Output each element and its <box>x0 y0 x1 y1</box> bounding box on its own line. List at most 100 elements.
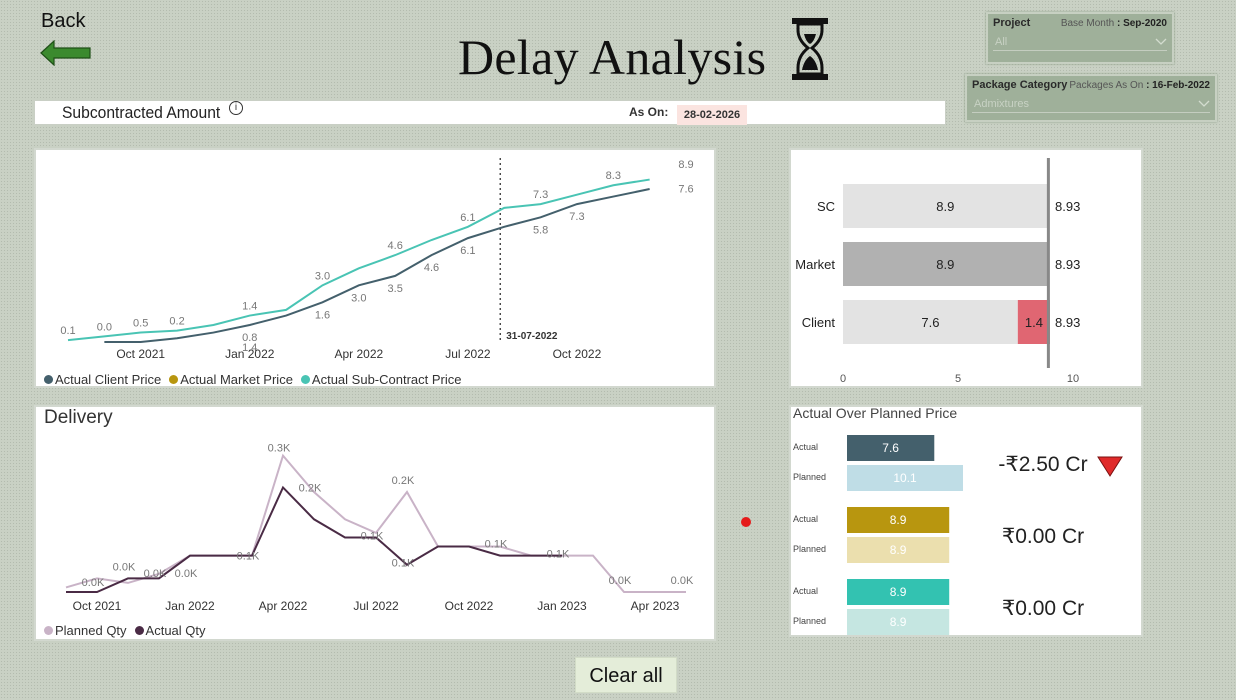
bar-value-label: 8.9 <box>936 257 954 272</box>
chevron-down-icon <box>1198 100 1210 107</box>
data-label: 1.4 <box>242 301 257 313</box>
x-tick-label: Oct 2021 <box>116 347 165 361</box>
actual-value-label: 7.6 <box>882 441 899 455</box>
data-label: 6.1 <box>460 245 475 257</box>
package-category-selected: Admixtures <box>974 97 1030 110</box>
data-label: 0.1K <box>547 549 570 561</box>
data-label: 0.0K <box>671 575 694 587</box>
data-label: 0.5 <box>133 318 148 330</box>
data-label: 3.0 <box>315 270 330 282</box>
actual-over-planned-plot: Actual Planned 7.6 10.1 -₹2.50 Cr Actual Plann… <box>793 435 1123 635</box>
x-tick-label: Oct 2022 <box>553 347 602 361</box>
packages-as-on-label: Packages As On <box>1069 80 1144 91</box>
x-tick-label: Apr 2023 <box>631 599 680 613</box>
subcontracted-amount-title: Subcontracted Amount <box>62 103 221 122</box>
data-label: 0.1K <box>392 558 415 570</box>
x-tick-label: Apr 2022 <box>259 599 308 613</box>
x-tick-label: Jan 2022 <box>165 599 215 613</box>
data-label: 0.0K <box>609 575 632 587</box>
info-icon[interactable]: i <box>229 101 243 115</box>
bar-total-label: 8.93 <box>1055 315 1080 330</box>
price-compare-plot: SC 8.9 8.93 Market 8.9 8.93 Client 7.6 1.4 8.93 0 5… <box>795 158 1080 385</box>
price-delta-value: -₹2.50 Cr <box>998 453 1087 476</box>
packages-as-on-value: : 16-Feb-2022 <box>1146 80 1210 91</box>
data-label: 1.6 <box>315 309 330 321</box>
bar-delta-label: 1.4 <box>1025 315 1043 330</box>
bar-value-label: 8.9 <box>936 199 954 214</box>
data-label: 0.1 <box>60 325 75 337</box>
planned-label: Planned <box>793 544 826 554</box>
data-label: 0.1K <box>361 530 384 542</box>
bar-total-label: 8.93 <box>1055 199 1080 214</box>
bar-category-label: SC <box>817 199 835 214</box>
price-trend-chart[interactable]: 31-07-2022 0.1 0.0 0.5 0.2 1.4 0.8 1.4 3.0 1.6 3.0… <box>34 148 716 388</box>
series-line-2 <box>67 178 650 342</box>
project-dropdown[interactable]: All <box>993 33 1167 51</box>
legend-market-label: Actual Market Price <box>180 372 293 387</box>
bar-total-label: 8.93 <box>1055 257 1080 272</box>
price-delta-value: ₹0.00 Cr <box>1002 597 1084 620</box>
package-category-slicer[interactable]: Package Category Packages As On : 16-Feb… <box>965 74 1217 122</box>
page-title: Delay Analysis <box>458 29 767 85</box>
project-label: Project <box>993 17 1031 29</box>
data-label: 7.6 <box>678 183 693 195</box>
actual-value-label: 8.9 <box>890 513 907 527</box>
legend-item-subcontract[interactable]: Actual Sub-Contract Price <box>300 372 462 387</box>
actual-over-planned-title: Actual Over Planned Price <box>793 405 958 421</box>
data-label: 0.0K <box>144 568 167 580</box>
legend-item-planned-qty[interactable]: Planned Qty <box>44 623 127 638</box>
legend-item-actual-qty[interactable]: Actual Qty <box>134 623 206 638</box>
x-tick-label: Oct 2021 <box>73 599 122 613</box>
bar-category-label: Market <box>795 257 835 272</box>
legend-item-market[interactable]: Actual Market Price <box>169 372 293 387</box>
planned-value-label: 8.9 <box>890 615 907 629</box>
bar-category-label: Client <box>802 315 836 330</box>
planned-value-label: 8.9 <box>890 543 907 557</box>
data-label: 6.1 <box>460 212 475 224</box>
price-compare-chart[interactable]: SC 8.9 8.93 Market 8.9 8.93 Client 7.6 1.4 8.93 0 5… <box>789 148 1143 388</box>
actual-label: Actual <box>793 586 818 596</box>
price-trend-plot: 31-07-20220.1 0.0 0.5 0.21.40.81.43.01.63.0… <box>60 158 694 361</box>
data-label: 7.3 <box>569 211 584 223</box>
hourglass-icon <box>792 18 828 80</box>
data-label: 0.2 <box>169 316 184 328</box>
price-trend-legend: Actual Client Price Actual Market Price … <box>44 372 466 387</box>
bar-value-label: 7.6 <box>921 315 939 330</box>
back-button[interactable]: Back <box>38 10 100 68</box>
planned-label: Planned <box>793 472 826 482</box>
legend-planned-qty-label: Planned Qty <box>55 623 127 638</box>
delivery-chart[interactable]: Delivery 0.0K 0.0K 0.0K 0.0K 0.1K 0.3K 0.2K 0.1… <box>34 405 716 641</box>
actual-over-planned-chart[interactable]: Actual Over Planned Price Actual Planned 7… <box>789 405 1143 637</box>
back-label: Back <box>41 10 86 32</box>
x-tick-label: 10 <box>1067 373 1079 385</box>
delivery-plot: 0.0K 0.0K 0.0K 0.0K 0.1K 0.3K 0.2K 0.1K 0.2K 0.1K… <box>65 443 694 613</box>
x-tick-label: Jan 2022 <box>225 347 275 361</box>
base-month-value: : Sep-2020 <box>1116 18 1167 29</box>
data-label: 0.2K <box>299 482 322 494</box>
data-label: 5.8 <box>533 224 548 236</box>
project-selected: All <box>995 35 1008 48</box>
clear-all-button[interactable]: Clear all <box>575 657 677 693</box>
actual-label: Actual <box>793 442 818 452</box>
legend-actual-qty-label: Actual Qty <box>145 623 206 638</box>
package-category-dropdown[interactable]: Admixtures <box>972 95 1210 113</box>
legend-subcontract-label: Actual Sub-Contract Price <box>311 372 462 387</box>
data-label: 0.0K <box>82 577 105 589</box>
as-on-date: 28-02-2026 <box>677 105 747 125</box>
delivery-title: Delivery <box>44 407 113 428</box>
data-label: 0.3K <box>268 443 291 455</box>
x-tick-label: 5 <box>955 373 961 385</box>
data-label: 3.0 <box>351 292 366 304</box>
price-delta-value: ₹0.00 Cr <box>1002 525 1084 548</box>
data-label: 0.1K <box>485 539 508 551</box>
data-label: 0.0K <box>113 561 136 573</box>
series-line-0 <box>104 188 650 343</box>
x-tick-label: Jan 2023 <box>537 599 587 613</box>
project-slicer[interactable]: Project Base Month : Sep-2020 All <box>986 12 1174 64</box>
data-label: 0.0K <box>175 568 198 580</box>
red-dot-marker <box>741 517 751 527</box>
data-label: 0.0 <box>97 321 112 333</box>
as-on-label: As On: <box>629 105 669 119</box>
legend-item-client[interactable]: Actual Client Price <box>44 372 161 387</box>
data-label: 0.2K <box>392 475 415 487</box>
